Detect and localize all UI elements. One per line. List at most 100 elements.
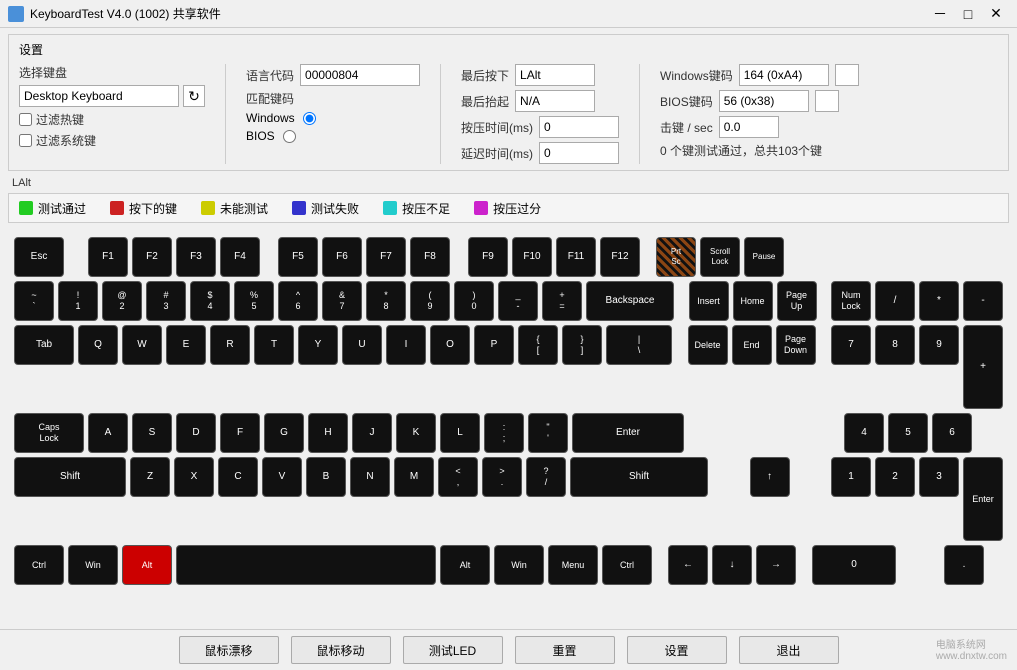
key-num5[interactable]: 5 xyxy=(888,413,928,453)
key-a[interactable]: A xyxy=(88,413,128,453)
key-minus[interactable]: _ - xyxy=(498,281,538,321)
exit-button[interactable]: 退出 xyxy=(739,636,839,664)
key-i[interactable]: I xyxy=(386,325,426,365)
mouse-move-button[interactable]: 鼠标移动 xyxy=(291,636,391,664)
key-insert[interactable]: Insert xyxy=(689,281,729,321)
keyboard-select[interactable]: Desktop Keyboard xyxy=(19,85,179,107)
key-scroll[interactable]: ScrollLock xyxy=(700,237,740,277)
key-lalt[interactable]: Alt xyxy=(122,545,172,585)
key-q[interactable]: Q xyxy=(78,325,118,365)
key-pause[interactable]: Pause xyxy=(744,237,784,277)
key-3[interactable]: # 3 xyxy=(146,281,186,321)
mouse-drift-button[interactable]: 鼠标漂移 xyxy=(179,636,279,664)
key-4[interactable]: $ 4 xyxy=(190,281,230,321)
key-enter[interactable]: Enter xyxy=(572,413,684,453)
key-num2[interactable]: 2 xyxy=(875,457,915,497)
lang-code-input[interactable] xyxy=(300,64,420,86)
key-rshift[interactable]: Shift xyxy=(570,457,708,497)
key-f4[interactable]: F4 xyxy=(220,237,260,277)
key-j[interactable]: J xyxy=(352,413,392,453)
key-t[interactable]: T xyxy=(254,325,294,365)
key-c[interactable]: C xyxy=(218,457,258,497)
key-g[interactable]: G xyxy=(264,413,304,453)
key-n[interactable]: N xyxy=(350,457,390,497)
key-pageup[interactable]: PageUp xyxy=(777,281,817,321)
key-comma[interactable]: < , xyxy=(438,457,478,497)
key-f5[interactable]: F5 xyxy=(278,237,318,277)
key-numenter[interactable]: Enter xyxy=(963,457,1003,541)
key-f[interactable]: F xyxy=(220,413,260,453)
key-period[interactable]: > . xyxy=(482,457,522,497)
key-up[interactable]: ↑ xyxy=(750,457,790,497)
key-num4[interactable]: 4 xyxy=(844,413,884,453)
key-f7[interactable]: F7 xyxy=(366,237,406,277)
key-num7[interactable]: 7 xyxy=(831,325,871,365)
key-print[interactable]: PrtSc xyxy=(656,237,696,277)
key-0[interactable]: ) 0 xyxy=(454,281,494,321)
key-esc[interactable]: Esc xyxy=(14,237,64,277)
key-5[interactable]: % 5 xyxy=(234,281,274,321)
key-space[interactable] xyxy=(176,545,436,585)
key-f2[interactable]: F2 xyxy=(132,237,172,277)
settings-button[interactable]: 设置 xyxy=(627,636,727,664)
key-f6[interactable]: F6 xyxy=(322,237,362,277)
key-p[interactable]: P xyxy=(474,325,514,365)
key-backslash[interactable]: | \ xyxy=(606,325,672,365)
key-capslock[interactable]: CapsLock xyxy=(14,413,84,453)
key-left[interactable]: ← xyxy=(668,545,708,585)
key-backtick[interactable]: ~ ` xyxy=(14,281,54,321)
filter-hotkey-checkbox[interactable] xyxy=(19,113,32,126)
reset-button[interactable]: 重置 xyxy=(515,636,615,664)
key-numplus[interactable]: + xyxy=(963,325,1003,409)
key-r[interactable]: R xyxy=(210,325,250,365)
key-menu[interactable]: Menu xyxy=(548,545,598,585)
key-f1[interactable]: F1 xyxy=(88,237,128,277)
key-pagedown[interactable]: PageDown xyxy=(776,325,816,365)
key-2[interactable]: @ 2 xyxy=(102,281,142,321)
key-h[interactable]: H xyxy=(308,413,348,453)
key-f10[interactable]: F10 xyxy=(512,237,552,277)
key-home[interactable]: Home xyxy=(733,281,773,321)
bios-radio[interactable] xyxy=(283,130,296,143)
key-f12[interactable]: F12 xyxy=(600,237,640,277)
key-lshift[interactable]: Shift xyxy=(14,457,126,497)
filter-system-checkbox[interactable] xyxy=(19,134,32,147)
key-rctrl[interactable]: Ctrl xyxy=(602,545,652,585)
key-lwin[interactable]: Win xyxy=(68,545,118,585)
key-rwin[interactable]: Win xyxy=(494,545,544,585)
key-tab[interactable]: Tab xyxy=(14,325,74,365)
key-delete[interactable]: Delete xyxy=(688,325,728,365)
test-led-button[interactable]: 测试LED xyxy=(403,636,503,664)
key-k[interactable]: K xyxy=(396,413,436,453)
key-9[interactable]: ( 9 xyxy=(410,281,450,321)
key-w[interactable]: W xyxy=(122,325,162,365)
key-slash[interactable]: ? / xyxy=(526,457,566,497)
key-equals[interactable]: + = xyxy=(542,281,582,321)
key-f8[interactable]: F8 xyxy=(410,237,450,277)
key-m[interactable]: M xyxy=(394,457,434,497)
key-lctrl[interactable]: Ctrl xyxy=(14,545,64,585)
key-numslash[interactable]: / xyxy=(875,281,915,321)
key-numdot[interactable]: . xyxy=(944,545,984,585)
key-numstar[interactable]: * xyxy=(919,281,959,321)
key-num0[interactable]: 0 xyxy=(812,545,896,585)
key-end[interactable]: End xyxy=(732,325,772,365)
key-f9[interactable]: F9 xyxy=(468,237,508,277)
key-s[interactable]: S xyxy=(132,413,172,453)
key-semicolon[interactable]: : ; xyxy=(484,413,524,453)
key-backspace[interactable]: Backspace xyxy=(586,281,674,321)
key-v[interactable]: V xyxy=(262,457,302,497)
key-num1[interactable]: 1 xyxy=(831,457,871,497)
windows-radio[interactable] xyxy=(303,112,316,125)
key-u[interactable]: U xyxy=(342,325,382,365)
key-num3[interactable]: 3 xyxy=(919,457,959,497)
key-right[interactable]: → xyxy=(756,545,796,585)
key-6[interactable]: ^ 6 xyxy=(278,281,318,321)
minimize-button[interactable]: － xyxy=(927,4,953,24)
refresh-button[interactable]: ↻ xyxy=(183,85,205,107)
key-8[interactable]: * 8 xyxy=(366,281,406,321)
key-rbracket[interactable]: } ] xyxy=(562,325,602,365)
key-num9[interactable]: 9 xyxy=(919,325,959,365)
close-button[interactable]: ✕ xyxy=(983,4,1009,24)
key-1[interactable]: ! 1 xyxy=(58,281,98,321)
